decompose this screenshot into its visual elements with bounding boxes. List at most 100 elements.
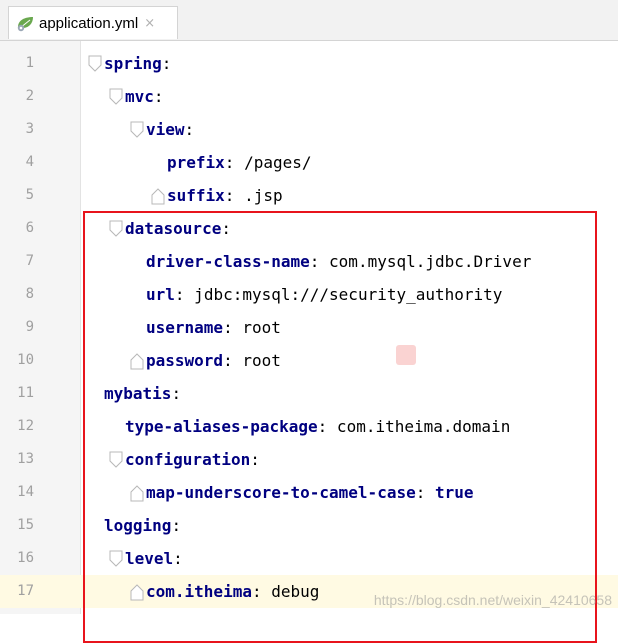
line-number: 12 (17, 418, 34, 434)
line-number: 11 (17, 385, 34, 401)
code-text: logging: (104, 509, 181, 542)
yaml-colon: : (415, 483, 426, 502)
code-line[interactable]: 13 configuration: (0, 443, 618, 476)
yaml-key: password (146, 351, 224, 370)
fold-open-icon[interactable] (109, 550, 123, 568)
yaml-key: url (146, 285, 175, 304)
fold-open-icon[interactable] (109, 88, 123, 106)
watermark: https://blog.csdn.net/weixin_42410658 (373, 592, 612, 608)
line-number: 13 (17, 451, 34, 467)
tab-application-yml[interactable]: application.yml × (8, 6, 178, 39)
line-number: 15 (17, 517, 34, 533)
code-text: view: (146, 113, 194, 146)
yaml-value: true (425, 483, 474, 502)
yaml-key: mvc (125, 87, 154, 106)
line-number: 3 (25, 121, 34, 137)
tab-label: application.yml (39, 14, 139, 32)
code-text: url: jdbc:mysql:///security_authority (146, 278, 502, 311)
code-line[interactable]: 6 datasource: (0, 212, 618, 245)
code-line[interactable]: 9 username: root (0, 311, 618, 344)
yaml-colon: : (171, 384, 182, 403)
yaml-key: datasource (125, 219, 222, 238)
code-line[interactable]: 12 type-aliases-package: com.itheima.doma… (0, 410, 618, 443)
code-text: mvc: (125, 80, 164, 113)
code-line[interactable]: 10 password: root (0, 344, 618, 377)
fold-close-icon[interactable] (130, 352, 144, 370)
yaml-colon: : (223, 351, 233, 370)
code-line[interactable]: 3 view: (0, 113, 618, 146)
yaml-key: prefix (167, 153, 225, 172)
yaml-key: type-aliases-package (125, 417, 318, 436)
yaml-key: spring (104, 54, 162, 73)
line-number: 16 (17, 550, 34, 566)
code-text: spring: (104, 47, 171, 80)
code-line[interactable]: 4 prefix: /pages/ (0, 146, 618, 179)
code-line[interactable]: 2 mvc: (0, 80, 618, 113)
yaml-value: root (232, 318, 281, 337)
fold-close-icon[interactable] (151, 187, 165, 205)
yaml-colon: : (153, 87, 164, 106)
code-text: type-aliases-package: com.itheima.domain (125, 410, 510, 443)
fold-close-icon[interactable] (130, 484, 144, 502)
line-number: 4 (25, 154, 34, 170)
line-number: 17 (0, 575, 34, 608)
line-number: 2 (25, 88, 34, 104)
code-line[interactable]: 8 url: jdbc:mysql:///security_authority (0, 278, 618, 311)
yaml-colon: : (174, 285, 185, 304)
code-text: datasource: (125, 212, 231, 245)
code-line[interactable]: 14 map-underscore-to-camel-case: true (0, 476, 618, 509)
yaml-value: .jsp (234, 186, 283, 205)
yaml-key: configuration (125, 450, 251, 469)
yaml-colon: : (161, 54, 172, 73)
editor-tab-bar: application.yml × (0, 0, 618, 41)
yaml-colon: : (173, 549, 183, 568)
yaml-key: mybatis (104, 384, 172, 403)
fold-open-icon[interactable] (109, 220, 123, 238)
code-text: driver-class-name: com.mysql.jdbc.Driver (146, 245, 531, 278)
line-number: 10 (17, 352, 34, 368)
code-line[interactable]: 16 level: (0, 542, 618, 575)
yaml-key: map-underscore-to-camel-case (146, 483, 416, 502)
line-number: 1 (25, 55, 34, 71)
yaml-key: username (146, 318, 224, 337)
code-line[interactable]: 7 driver-class-name: com.mysql.jdbc.Drive… (0, 245, 618, 278)
yaml-value: jdbc:mysql:///security_authority (184, 285, 503, 304)
fold-close-icon[interactable] (130, 583, 144, 601)
code-line[interactable]: 15 logging: (0, 509, 618, 542)
code-text: password: root (146, 344, 281, 377)
line-number: 14 (17, 484, 34, 500)
yaml-colon: : (309, 252, 320, 271)
yaml-value: debug (261, 582, 320, 601)
fold-open-icon[interactable] (130, 121, 144, 139)
code-text: configuration: (125, 443, 260, 476)
code-text: com.itheima: debug (146, 575, 319, 608)
close-icon[interactable]: × (144, 16, 155, 31)
yaml-colon: : (224, 186, 235, 205)
code-text: username: root (146, 311, 281, 344)
yaml-colon: : (250, 450, 260, 469)
code-line[interactable]: 11 mybatis: (0, 377, 618, 410)
yaml-value: root (232, 351, 281, 370)
line-number: 9 (25, 319, 34, 335)
line-number: 5 (25, 187, 34, 203)
yaml-key: level (125, 549, 174, 568)
yaml-key: suffix (167, 186, 225, 205)
code-line[interactable]: 5 suffix: .jsp (0, 179, 618, 212)
yaml-colon: : (224, 153, 235, 172)
code-line[interactable]: 1 spring: (0, 47, 618, 80)
yaml-leaf-icon (15, 14, 37, 32)
code-editor[interactable]: 1 spring: 2 mvc: 3 view: 4 prefix: /pages/5 suff… (0, 41, 618, 643)
yaml-value: com.itheima.domain (327, 417, 511, 436)
yaml-key: driver-class-name (146, 252, 310, 271)
yaml-colon: : (317, 417, 328, 436)
yaml-key: com.itheima (146, 582, 252, 601)
code-text: prefix: /pages/ (167, 146, 312, 179)
code-text: mybatis: (104, 377, 181, 410)
code-text: map-underscore-to-camel-case: true (146, 476, 474, 509)
line-number: 8 (25, 286, 34, 302)
yaml-value: com.mysql.jdbc.Driver (319, 252, 532, 271)
fold-open-icon[interactable] (109, 451, 123, 469)
fold-open-icon[interactable] (88, 55, 102, 73)
red-mark-icon (396, 345, 416, 365)
yaml-key: view (146, 120, 185, 139)
